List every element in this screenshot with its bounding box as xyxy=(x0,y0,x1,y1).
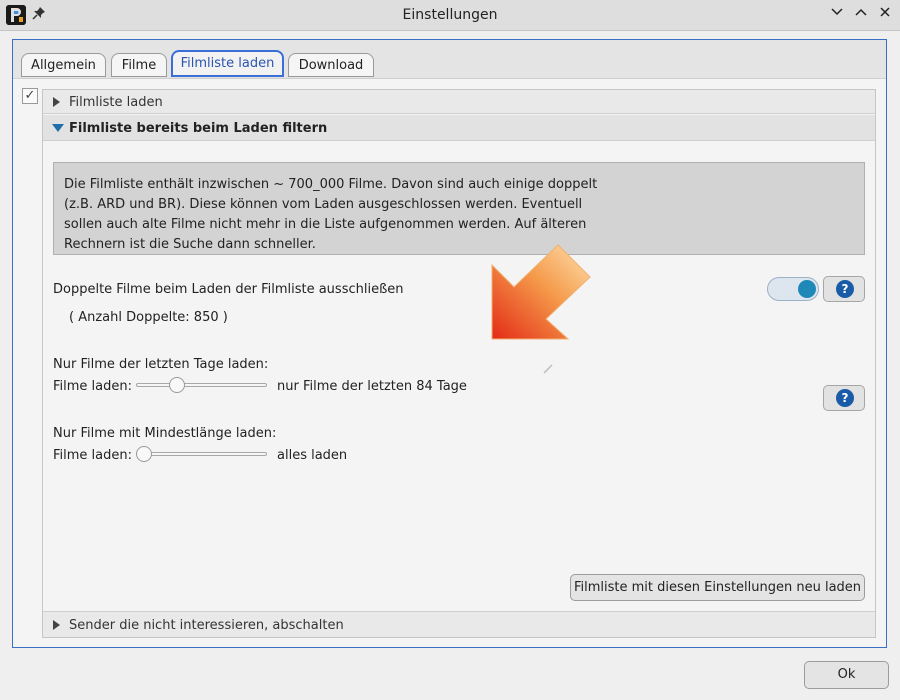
length-heading: Nur Filme mit Mindestlänge laden: xyxy=(53,426,277,441)
close-icon[interactable] xyxy=(875,5,895,25)
info-line: Die Filmliste enthält inzwischen ~ 700_0… xyxy=(64,177,598,192)
section-filmliste-laden[interactable]: Filmliste laden xyxy=(43,90,875,114)
slider-track xyxy=(136,383,267,387)
length-slider[interactable] xyxy=(136,446,267,462)
days-label: Filme laden: xyxy=(53,379,132,394)
enable-checkbox[interactable]: ✓ xyxy=(22,88,38,104)
days-value: nur Filme der letzten 84 Tage xyxy=(277,379,467,394)
length-value: alles laden xyxy=(277,448,348,463)
collapsed-arrow-icon xyxy=(53,620,60,630)
section-filter[interactable]: Filmliste bereits beim Laden filtern xyxy=(43,115,875,141)
maximize-icon[interactable] xyxy=(851,5,871,25)
help-button-duplicates[interactable]: ? xyxy=(823,276,865,302)
slider-track xyxy=(136,452,267,456)
section-sender[interactable]: Sender die nicht interessieren, abschalt… xyxy=(43,611,875,637)
days-slider[interactable] xyxy=(136,377,267,393)
duplicates-label: Doppelte Filme beim Laden der Filmliste … xyxy=(53,282,404,297)
ok-button[interactable]: Ok xyxy=(804,661,889,689)
section-label: Filmliste laden xyxy=(69,95,163,110)
tab-filmliste-laden[interactable]: Filmliste laden xyxy=(171,50,284,77)
info-line: sollen auch alte Filme nicht mehr in die… xyxy=(64,217,587,232)
pointer-arrow-icon xyxy=(491,244,591,340)
help-button-filter[interactable]: ? xyxy=(823,385,865,411)
tab-allgemein[interactable]: Allgemein xyxy=(21,53,106,77)
info-line: Rechnern ist die Suche dann schneller. xyxy=(64,237,316,252)
info-line: (z.B. ARD und BR). Diese können vom Lade… xyxy=(64,197,583,212)
duplicates-count: ( Anzahl Doppelte: 850 ) xyxy=(69,310,228,325)
help-icon: ? xyxy=(836,280,854,298)
info-box: Die Filmliste enthält inzwischen ~ 700_0… xyxy=(53,162,865,255)
title-bar: Einstellungen xyxy=(0,0,900,31)
slider-thumb[interactable] xyxy=(136,446,152,462)
slider-thumb[interactable] xyxy=(169,377,186,393)
duplicates-toggle[interactable] xyxy=(767,277,819,301)
window-title: Einstellungen xyxy=(402,7,498,23)
section-label: Filmliste bereits beim Laden filtern xyxy=(69,121,328,136)
tab-filme[interactable]: Filme xyxy=(111,53,167,77)
days-heading: Nur Filme der letzten Tage laden: xyxy=(53,357,269,372)
collapsed-arrow-icon xyxy=(53,97,60,107)
tab-strip: Allgemein Filme Filmliste laden Download xyxy=(13,40,886,79)
reload-filmlist-button[interactable]: Filmliste mit diesen Einstellungen neu l… xyxy=(570,574,865,601)
expanded-arrow-icon xyxy=(52,124,64,132)
toggle-knob xyxy=(798,280,816,298)
section-label: Sender die nicht interessieren, abschalt… xyxy=(69,618,344,633)
help-icon: ? xyxy=(836,389,854,407)
tab-download[interactable]: Download xyxy=(288,53,374,77)
length-label: Filme laden: xyxy=(53,448,132,463)
cursor-icon xyxy=(543,364,553,374)
minimize-icon[interactable] xyxy=(827,5,847,25)
